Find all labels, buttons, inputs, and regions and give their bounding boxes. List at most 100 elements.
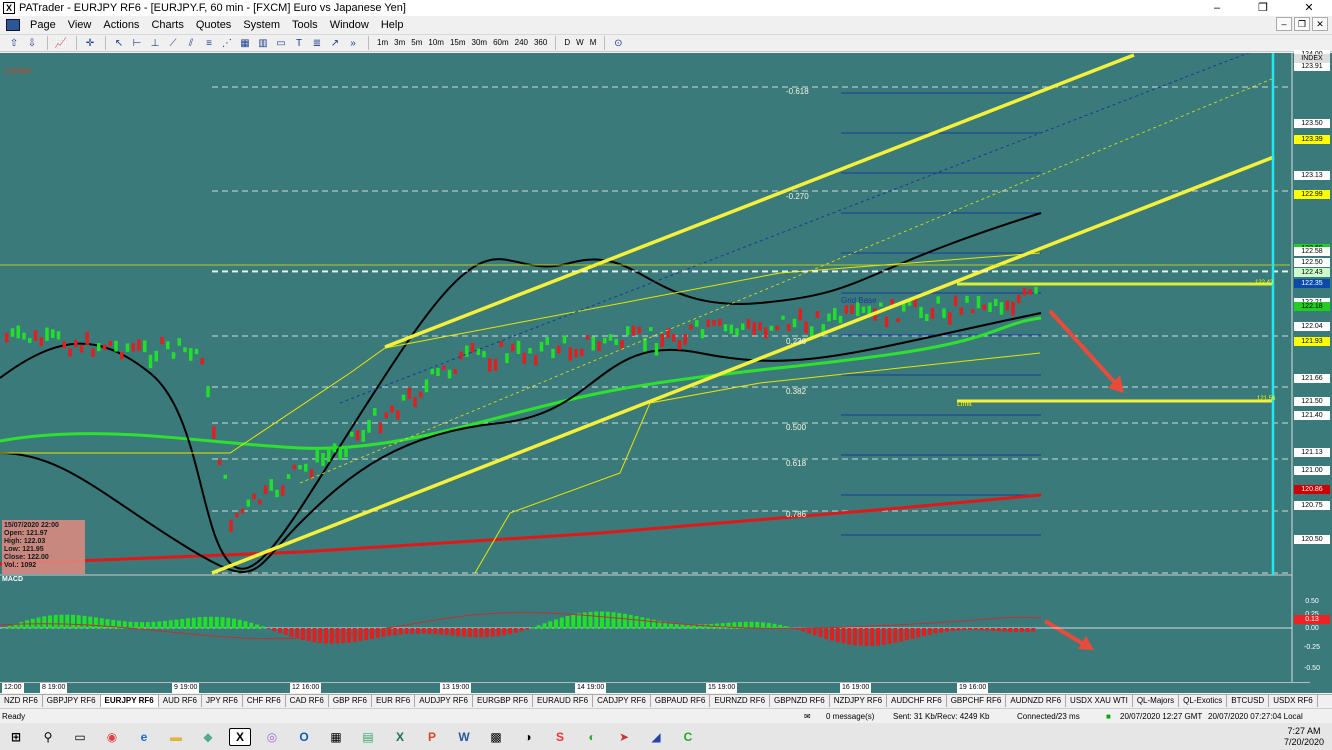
price-chart[interactable]: Locked 15/07/2020 22:00 Open: 121.97 Hig… [0,50,1332,693]
chrome-icon[interactable]: ◉ [101,728,123,746]
windows-start-icon[interactable]: ⊞ [5,728,27,746]
symbol-tab[interactable]: GBPNZD RF6 [770,695,830,707]
symbol-tab[interactable]: EUR RF6 [372,695,416,707]
app-icon[interactable]: C [677,728,699,746]
symbol-tab[interactable]: GBP RF6 [329,695,372,707]
task-view-icon[interactable]: ▭ [69,728,91,746]
system-clock[interactable]: 7:27 AM 7/20/2020 [1284,726,1324,748]
period-daily[interactable]: D [561,36,573,50]
page-icon[interactable] [6,18,20,31]
file-explorer-icon[interactable]: ▬ [165,728,187,746]
pointer-icon[interactable]: ↖ [111,36,127,50]
app-icon[interactable]: S [549,728,571,746]
app-icon[interactable]: ◢ [645,728,667,746]
app-icon[interactable]: ◎ [261,728,283,746]
symbol-tab[interactable]: GBPAUD RF6 [651,695,711,707]
timeframe-5m[interactable]: 5m [408,36,425,50]
symbol-tab[interactable]: USDX RF6 [1269,695,1318,707]
symbol-tab[interactable]: AUDCHF RF6 [887,695,947,707]
symbol-tab[interactable]: QL-Exotics [1179,695,1228,707]
timeframe-10m[interactable]: 10m [425,36,447,50]
symbol-tab[interactable]: EURNZD RF6 [710,695,771,707]
timeframe-240[interactable]: 240 [512,36,531,50]
symbol-tab[interactable]: AUD RF6 [159,695,202,707]
symbol-tab[interactable]: GBPJPY RF6 [43,695,101,707]
period-weekly[interactable]: W [573,36,587,50]
menu-tools[interactable]: Tools [286,19,324,31]
edge-icon[interactable]: e [133,728,155,746]
menu-quotes[interactable]: Quotes [190,19,237,31]
calculator-icon[interactable]: ▦ [325,728,347,746]
minimize-button[interactable]: – [1194,0,1240,16]
maximize-button[interactable]: ❐ [1240,0,1286,16]
symbol-tab[interactable]: JPY RF6 [202,695,243,707]
fib-fan-icon[interactable]: ⋰ [219,36,235,50]
app-icon[interactable]: ◆ [197,728,219,746]
arrow-tool-icon[interactable]: ↗ [327,36,343,50]
message-icon[interactable]: ✉ [804,712,811,721]
symbol-tab[interactable]: EURJPY RF6 [100,695,159,707]
symbol-tab[interactable]: QL-Majors [1133,695,1180,707]
vertical-line-icon[interactable]: ⊥ [147,36,163,50]
menu-actions[interactable]: Actions [97,19,145,31]
macd-histogram-bar [289,628,294,637]
symbol-tab[interactable]: USDX XAU WTI [1066,695,1133,707]
word-icon[interactable]: W [453,728,475,746]
patrader-taskbar-icon[interactable]: X [229,727,251,746]
mdi-close-button[interactable]: ✕ [1312,17,1328,31]
horizontal-line-icon[interactable]: ⊢ [129,36,145,50]
text-icon[interactable]: T [291,36,307,50]
timeframe-3m[interactable]: 3m [391,36,408,50]
symbol-tab[interactable]: EURAUD RF6 [533,695,594,707]
symbol-tab[interactable]: AUDJPY RF6 [415,695,473,707]
menu-help[interactable]: Help [375,19,410,31]
crosshair-icon[interactable]: ✛ [82,36,98,50]
menu-view[interactable]: View [62,19,98,31]
menu-system[interactable]: System [237,19,286,31]
app-icon[interactable]: ▤ [357,728,379,746]
timeframe-360[interactable]: 360 [531,36,550,50]
symbol-tab[interactable]: CADJPY RF6 [593,695,651,707]
grid-icon[interactable]: ▦ [237,36,253,50]
menu-charts[interactable]: Charts [145,19,189,31]
menu-window[interactable]: Window [324,19,375,31]
time-axis[interactable]: 12:00 8 19:00 9 19:00 12 16:00 13 19:00 14 19… [0,682,1310,693]
app-icon[interactable]: ◑ [517,728,539,746]
mdi-restore-button[interactable]: ❐ [1294,17,1310,31]
app-icon[interactable]: ▩ [485,728,507,746]
channel-icon[interactable]: ⫽ [183,36,199,50]
bars-icon[interactable]: ▥ [255,36,271,50]
menu-page[interactable]: Page [24,19,62,31]
trendline-icon[interactable]: ⟋ [165,36,181,50]
app-icon[interactable]: ➤ [613,728,635,746]
search-icon[interactable]: ⚲ [37,728,59,746]
period-monthly[interactable]: M [587,36,600,50]
symbol-tab[interactable]: NZDJPY RF6 [830,695,888,707]
symbol-tab[interactable]: AUDNZD RF6 [1006,695,1067,707]
app-icon[interactable]: ◐ [581,728,603,746]
more-tools-icon[interactable]: » [345,36,361,50]
symbol-tab[interactable]: EURGBP RF6 [473,695,533,707]
powerpoint-icon[interactable]: P [421,728,443,746]
up-arrow-icon[interactable]: ⇧ [6,36,22,50]
excel-icon[interactable]: X [389,728,411,746]
fib-retrace-icon[interactable]: ≣ [309,36,325,50]
mdi-minimize-button[interactable]: – [1276,17,1292,31]
symbol-tab[interactable]: NZD RF6 [0,695,43,707]
timeframe-30m[interactable]: 30m [469,36,491,50]
symbol-tab[interactable]: GBPCHF RF6 [947,695,1007,707]
settings-circle-icon[interactable]: ⊙ [610,36,626,50]
timeframe-1m[interactable]: 1m [374,36,391,50]
timeframe-15m[interactable]: 15m [447,36,469,50]
close-button[interactable]: ✕ [1286,0,1332,16]
down-arrow-icon[interactable]: ⇩ [24,36,40,50]
symbol-tab[interactable]: CAD RF6 [286,695,329,707]
chart-icon[interactable]: 📈 [53,36,69,50]
outlook-icon[interactable]: O [293,728,315,746]
timeframe-60m[interactable]: 60m [490,36,512,50]
symbol-tab[interactable]: BTCUSD [1227,695,1270,707]
rectangle-icon[interactable]: ▭ [273,36,289,50]
chart-canvas[interactable] [0,53,1332,693]
fibonacci-icon[interactable]: ≡ [201,36,217,50]
symbol-tab[interactable]: CHF RF6 [243,695,286,707]
